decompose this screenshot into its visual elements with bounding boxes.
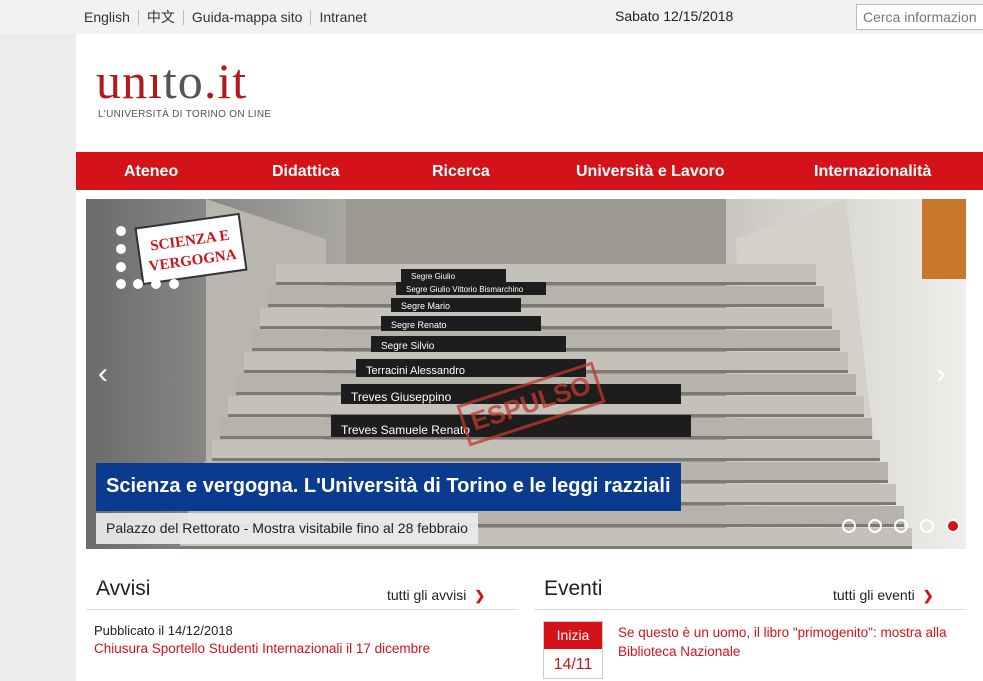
event-date-badge: Inizia 14/11	[543, 621, 603, 679]
slider-dot[interactable]	[920, 519, 934, 533]
logo-part-it: it	[217, 53, 248, 109]
logo-subtitle: L'UNIVERSITÀ DI TORINO ON LINE	[98, 109, 272, 120]
logo-part-to: to	[162, 53, 204, 109]
avvisi-item-link[interactable]: Chiusura Sportello Studenti Internaziona…	[94, 641, 430, 656]
stair-edge	[212, 458, 880, 461]
slider-prev-arrow-icon[interactable]: ‹	[98, 359, 108, 389]
chevron-right-icon: ❯	[474, 588, 486, 603]
logo-dot: .	[203, 53, 218, 109]
avvisi-divider	[86, 609, 518, 610]
event-start-label: Inizia	[544, 622, 602, 649]
main-container: unıto.it L'UNIVERSITÀ DI TORINO ON LINE …	[76, 34, 983, 681]
nav-universita-lavoro[interactable]: Università e Lavoro	[576, 163, 725, 181]
logo-wordmark: unıto.it	[96, 54, 271, 108]
badge-dot	[151, 279, 161, 289]
name-plate-text: Segre Mario	[401, 301, 450, 311]
avvisi-published-date: Pubblicato il 14/12/2018	[94, 623, 233, 638]
badge-dot	[116, 262, 126, 272]
current-date: Sabato 12/15/2018	[615, 8, 734, 24]
avvisi-title: Avvisi	[96, 577, 151, 600]
intranet-link[interactable]: Intranet	[310, 9, 374, 25]
hero-slider[interactable]: Segre Giulio Segre Giulio Vittorio Bismar…	[86, 199, 966, 549]
slider-next-arrow-icon[interactable]: ›	[936, 359, 946, 389]
lang-english-link[interactable]: English	[76, 9, 138, 25]
nav-internazionalita[interactable]: Internazionalità	[814, 163, 931, 181]
logo-part-i: ı	[148, 53, 163, 109]
language-links: English 中文 Guida-mappa sito Intranet	[76, 0, 375, 34]
slider-dots	[842, 519, 966, 533]
eventi-all-link-label: tutti gli eventi	[833, 587, 915, 603]
name-plate-text: Segre Giulio Vittorio Bismarchino	[406, 285, 524, 294]
slider-dot[interactable]	[894, 519, 908, 533]
lang-chinese-link[interactable]: 中文	[137, 9, 183, 25]
name-plate-text: Treves Samuele Renato	[341, 423, 470, 437]
search-input[interactable]	[856, 4, 983, 30]
badge-dot	[169, 279, 179, 289]
chevron-right-icon: ❯	[922, 588, 934, 603]
nav-ricerca[interactable]: Ricerca	[432, 163, 490, 181]
badge-dot	[133, 279, 143, 289]
name-plate-text: Segre Renato	[391, 320, 447, 330]
name-plate-text: Terracini Alessandro	[366, 365, 465, 377]
stair-step	[276, 264, 816, 284]
slider-dot[interactable]	[842, 519, 856, 533]
eventi-all-link[interactable]: tutti gli eventi ❯	[833, 587, 934, 604]
stair-step	[260, 308, 832, 328]
eventi-divider	[534, 609, 966, 610]
event-item-link[interactable]: Se questo è un uomo, il libro "primogeni…	[618, 623, 968, 661]
badge-dot	[116, 226, 126, 236]
avvisi-all-link[interactable]: tutti gli avvisi ❯	[387, 587, 485, 604]
badge-dot	[116, 279, 126, 289]
site-logo[interactable]: unıto.it L'UNIVERSITÀ DI TORINO ON LINE	[96, 54, 271, 120]
slide-subtitle: Palazzo del Rettorato - Mostra visitabil…	[96, 513, 478, 544]
avvisi-all-link-label: tutti gli avvisi	[387, 587, 467, 603]
name-plate-text: Segre Giulio	[411, 272, 456, 281]
slider-dot[interactable]	[868, 519, 882, 533]
main-nav: Ateneo Didattica Ricerca Università e La…	[76, 152, 983, 190]
name-plate-text: Segre Silvio	[381, 341, 435, 352]
stair-edge	[260, 326, 832, 329]
site-map-link[interactable]: Guida-mappa sito	[182, 9, 311, 25]
stair-edge	[180, 546, 912, 549]
slider-dot[interactable]	[946, 519, 960, 533]
nav-ateneo[interactable]: Ateneo	[124, 163, 178, 181]
nav-didattica[interactable]: Didattica	[272, 163, 340, 181]
name-plate-text: Treves Giuseppino	[351, 390, 452, 404]
stair-step	[212, 440, 880, 460]
eventi-title: Eventi	[544, 577, 603, 600]
logo-part-un: un	[96, 53, 148, 109]
event-start-date: 14/11	[553, 656, 593, 673]
badge-dot	[116, 244, 126, 254]
stair-edge	[268, 304, 824, 307]
top-utility-bar: English 中文 Guida-mappa sito Intranet Sab…	[0, 0, 983, 34]
slide-title[interactable]: Scienza e vergogna. L'Università di Tori…	[96, 463, 681, 511]
